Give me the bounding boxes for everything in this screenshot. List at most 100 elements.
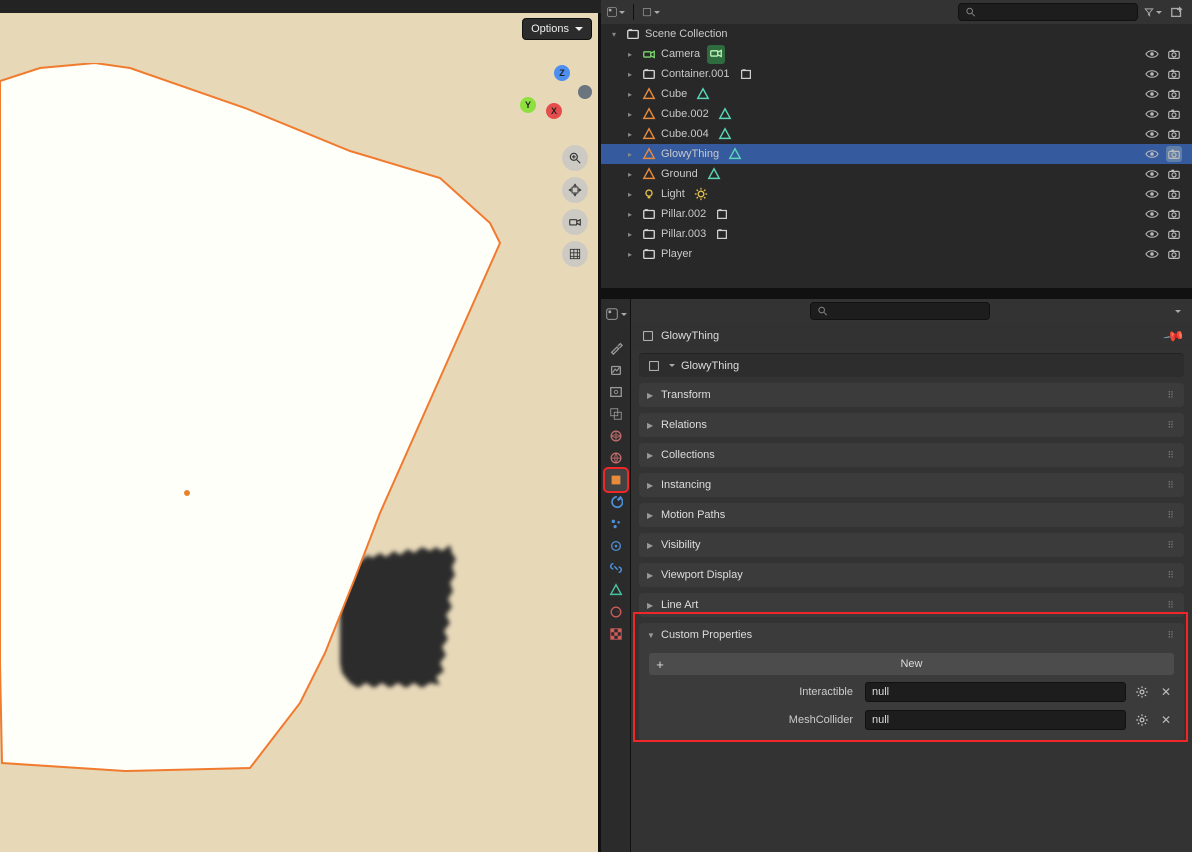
outliner-item-pillar-002[interactable]: ▸ Pillar.002 — [601, 204, 1192, 224]
gear-icon[interactable] — [1132, 682, 1152, 702]
outliner-item-player[interactable]: ▸ Player — [601, 244, 1192, 264]
properties-tab-scene[interactable] — [605, 425, 627, 447]
disclosure-icon[interactable]: ▸ — [621, 190, 639, 199]
properties-tab-constraints[interactable] — [605, 557, 627, 579]
render-toggle-icon[interactable] — [1166, 66, 1182, 82]
disclosure-icon[interactable]: ▸ — [621, 230, 639, 239]
outliner-search-input[interactable] — [976, 6, 1131, 18]
panel-drag-icon[interactable]: ⠿ — [1167, 390, 1176, 401]
horizontal-splitter[interactable] — [601, 288, 1192, 299]
properties-search[interactable] — [810, 302, 990, 320]
properties-tab-texture[interactable] — [605, 623, 627, 645]
render-toggle-icon[interactable] — [1166, 186, 1182, 202]
outliner-editor-type-icon[interactable] — [607, 3, 625, 21]
render-toggle-icon[interactable] — [1166, 146, 1182, 162]
outliner-item-pillar-003[interactable]: ▸ Pillar.003 — [601, 224, 1192, 244]
outliner-item-container-001[interactable]: ▸ Container.001 — [601, 64, 1192, 84]
panel-header[interactable]: ▶ Viewport Display ⠿ — [639, 563, 1184, 587]
visibility-toggle-icon[interactable] — [1144, 246, 1160, 262]
panel-drag-icon[interactable]: ⠿ — [1167, 600, 1176, 611]
gear-icon[interactable] — [1132, 710, 1152, 730]
gizmo-z-axis[interactable] — [554, 65, 570, 81]
properties-tab-output[interactable] — [605, 381, 627, 403]
render-toggle-icon[interactable] — [1166, 86, 1182, 102]
viewport-pan-icon[interactable] — [562, 177, 588, 203]
panel-drag-icon[interactable]: ⠿ — [1167, 420, 1176, 431]
panel-header[interactable]: ▶ Line Art ⠿ — [639, 593, 1184, 617]
render-toggle-icon[interactable] — [1166, 226, 1182, 242]
disclosure-icon[interactable]: ▸ — [621, 130, 639, 139]
panel-drag-icon[interactable]: ⠿ — [1167, 630, 1176, 641]
render-toggle-icon[interactable] — [1166, 206, 1182, 222]
properties-tab-render[interactable] — [605, 359, 627, 381]
outliner-item-light[interactable]: ▸ Light — [601, 184, 1192, 204]
outliner-item-ground[interactable]: ▸ Ground — [601, 164, 1192, 184]
panel-drag-icon[interactable]: ⠿ — [1167, 570, 1176, 581]
disclosure-icon[interactable]: ▸ — [621, 170, 639, 179]
visibility-toggle-icon[interactable] — [1144, 146, 1160, 162]
properties-search-input[interactable] — [828, 305, 983, 317]
properties-tab-world[interactable] — [605, 447, 627, 469]
render-toggle-icon[interactable] — [1166, 166, 1182, 182]
outliner-search[interactable] — [958, 3, 1138, 21]
viewport-zoom-icon[interactable] — [562, 145, 588, 171]
properties-tab-particles[interactable] — [605, 513, 627, 535]
pin-icon[interactable]: 📌 — [1161, 324, 1185, 348]
panel-header[interactable]: ▶ Visibility ⠿ — [639, 533, 1184, 557]
disclosure-icon[interactable]: ▸ — [621, 50, 639, 59]
properties-tab-object[interactable] — [605, 469, 627, 491]
close-icon[interactable]: ✕ — [1158, 684, 1174, 700]
outliner-root-collection[interactable]: ▾ Scene Collection — [601, 24, 1192, 44]
outliner-tree[interactable]: ▾ Scene Collection ▸ Camera ▸ Container.… — [601, 24, 1192, 288]
visibility-toggle-icon[interactable] — [1144, 186, 1160, 202]
viewport-perspective-icon[interactable] — [562, 241, 588, 267]
visibility-toggle-icon[interactable] — [1144, 206, 1160, 222]
visibility-toggle-icon[interactable] — [1144, 106, 1160, 122]
render-toggle-icon[interactable] — [1166, 106, 1182, 122]
outliner-item-glowything[interactable]: ▸ GlowyThing — [601, 144, 1192, 164]
nav-gizmo[interactable]: Y X — [516, 63, 586, 133]
properties-tab-physics[interactable] — [605, 535, 627, 557]
visibility-toggle-icon[interactable] — [1144, 66, 1160, 82]
panel-drag-icon[interactable]: ⠿ — [1167, 540, 1176, 551]
properties-tab-material[interactable] — [605, 601, 627, 623]
panel-header[interactable]: ▶ Motion Paths ⠿ — [639, 503, 1184, 527]
viewport-options-dropdown[interactable]: Options — [522, 18, 592, 40]
visibility-toggle-icon[interactable] — [1144, 126, 1160, 142]
properties-tab-view-layer[interactable] — [605, 403, 627, 425]
outliner-item-cube[interactable]: ▸ Cube — [601, 84, 1192, 104]
outliner-item-cube-002[interactable]: ▸ Cube.002 — [601, 104, 1192, 124]
properties-panels-scroll[interactable]: ▶ Transform ⠿ ▶ Relations ⠿ ▶ Collection… — [631, 381, 1192, 852]
properties-tab-modifiers[interactable] — [605, 491, 627, 513]
outliner-new-collection-icon[interactable] — [1168, 3, 1186, 21]
custom-property-value-input[interactable]: null — [865, 682, 1126, 702]
outliner-item-cube-004[interactable]: ▸ Cube.004 — [601, 124, 1192, 144]
panel-header[interactable]: ▶ Instancing ⠿ — [639, 473, 1184, 497]
panel-drag-icon[interactable]: ⠿ — [1167, 450, 1176, 461]
object-name-input[interactable] — [681, 360, 1176, 372]
disclosure-icon[interactable]: ▸ — [621, 110, 639, 119]
render-toggle-icon[interactable] — [1166, 126, 1182, 142]
disclosure-icon[interactable]: ▸ — [621, 70, 639, 79]
disclosure-icon[interactable]: ▸ — [621, 90, 639, 99]
visibility-toggle-icon[interactable] — [1144, 86, 1160, 102]
3d-viewport[interactable]: Options Y X — [0, 13, 598, 852]
visibility-toggle-icon[interactable] — [1144, 166, 1160, 182]
panel-header[interactable]: ▼ Custom Properties ⠿ — [639, 623, 1184, 647]
outliner-item-camera[interactable]: ▸ Camera — [601, 44, 1192, 64]
panel-drag-icon[interactable]: ⠿ — [1167, 480, 1176, 491]
panel-drag-icon[interactable]: ⠿ — [1167, 510, 1176, 521]
gizmo-neg-axis[interactable] — [578, 85, 592, 99]
gizmo-x-axis[interactable]: X — [546, 103, 562, 119]
properties-editor-type-icon[interactable] — [605, 303, 627, 325]
render-toggle-icon[interactable] — [1166, 246, 1182, 262]
close-icon[interactable]: ✕ — [1158, 712, 1174, 728]
panel-header[interactable]: ▶ Relations ⠿ — [639, 413, 1184, 437]
render-toggle-icon[interactable] — [1166, 46, 1182, 62]
viewport-camera-icon[interactable] — [562, 209, 588, 235]
disclosure-icon[interactable]: ▾ — [605, 30, 623, 39]
disclosure-icon[interactable]: ▸ — [621, 150, 639, 159]
gizmo-y-axis[interactable]: Y — [520, 97, 536, 113]
outliner-filter-icon[interactable] — [1144, 3, 1162, 21]
disclosure-icon[interactable]: ▸ — [621, 210, 639, 219]
